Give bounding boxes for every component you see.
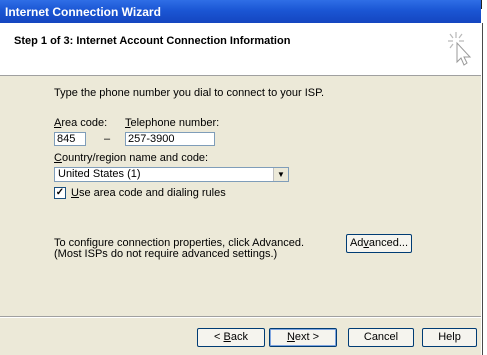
area-code-input[interactable]: 845 bbox=[54, 132, 86, 146]
wizard-footer: < Back Next > Cancel Help bbox=[0, 318, 481, 355]
step-title: Step 1 of 3: Internet Account Connection… bbox=[14, 35, 291, 47]
advanced-button[interactable]: Advanced... bbox=[346, 234, 412, 253]
telephone-input[interactable]: 257-3900 bbox=[125, 132, 215, 146]
use-rules-checkbox[interactable]: ✓ bbox=[54, 187, 66, 199]
window-right-edge bbox=[481, 23, 487, 355]
cancel-button[interactable]: Cancel bbox=[348, 328, 414, 347]
wizard-content: Type the phone number you dial to connec… bbox=[0, 76, 481, 316]
window-edge-line bbox=[481, 0, 482, 9]
dash-separator: – bbox=[104, 133, 111, 145]
connection-wizard-icon bbox=[448, 32, 472, 66]
telephone-label: Telephone number: bbox=[125, 117, 220, 129]
wizard-header: Step 1 of 3: Internet Account Connection… bbox=[0, 23, 481, 76]
use-rules-label[interactable]: Use area code and dialing rules bbox=[71, 187, 226, 199]
help-button[interactable]: Help bbox=[422, 328, 477, 347]
instruction-text: Type the phone number you dial to connec… bbox=[54, 87, 325, 99]
area-code-label: Area code: bbox=[54, 117, 108, 129]
title-bar: Internet Connection Wizard bbox=[0, 0, 481, 23]
country-label: Country/region name and code: bbox=[54, 152, 209, 164]
advanced-note-line2: (Most ISPs do not require advanced setti… bbox=[54, 248, 278, 260]
back-button[interactable]: < Back bbox=[197, 328, 265, 347]
window-title: Internet Connection Wizard bbox=[5, 5, 161, 19]
country-select[interactable]: United States (1) ▼ bbox=[54, 167, 289, 182]
country-select-value: United States (1) bbox=[58, 168, 141, 180]
chevron-down-icon[interactable]: ▼ bbox=[273, 168, 288, 181]
next-button[interactable]: Next > bbox=[269, 328, 337, 347]
